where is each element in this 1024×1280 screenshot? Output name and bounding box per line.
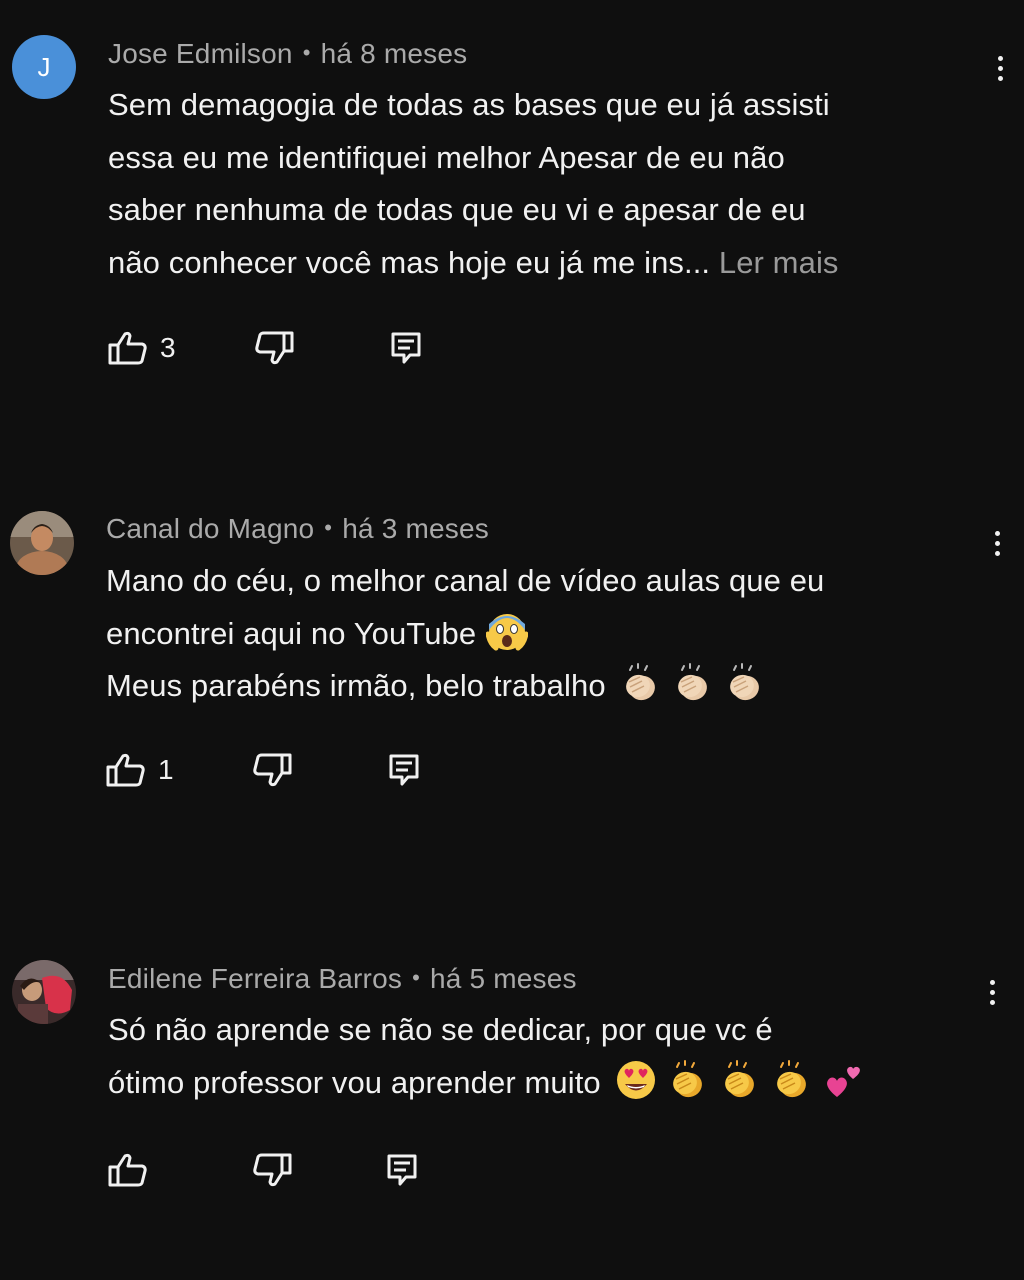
comment-1: J Jose Edmilson • há 8 meses Sem demagogia… (0, 0, 1024, 440)
more-dot (989, 979, 995, 985)
comment-actions: 1 (106, 750, 506, 790)
comment-line: Só não aprende se não se dedicar, por qu… (108, 1012, 773, 1047)
meta-separator: • (324, 515, 333, 540)
comment-line: saber nenhuma de todas que eu vi e apesa… (108, 192, 806, 227)
more-options-button[interactable] (985, 48, 1015, 88)
thumb-down-icon (254, 330, 294, 366)
comment-meta: Jose Edmilson • há 8 meses (108, 38, 467, 70)
meta-separator: • (302, 40, 311, 65)
dislike-button[interactable] (252, 1150, 292, 1190)
comment-actions (108, 1150, 508, 1190)
avatar-canal-do-magno[interactable] (10, 511, 74, 575)
comment-2: Canal do Magno • há 3 meses Mano do céu, o… (0, 480, 1024, 900)
comment-meta: Canal do Magno • há 3 meses (106, 513, 489, 545)
more-dot (997, 55, 1003, 61)
comment-3: Edilene Ferreira Barros • há 5 meses Só nã… (0, 930, 1024, 1280)
clapping-hands-icon (667, 1059, 709, 1101)
reply-button[interactable] (388, 750, 420, 790)
comment-line: ótimo professor vou aprender muito (108, 1064, 601, 1100)
read-more-link[interactable]: Ler mais (719, 245, 839, 280)
comment-line: encontrei aqui no YouTube (106, 615, 477, 651)
author-name[interactable]: Jose Edmilson (108, 38, 293, 69)
comment-reply-icon (388, 753, 420, 787)
like-count: 3 (160, 332, 176, 363)
more-dot (994, 540, 1000, 546)
author-name[interactable]: Edilene Ferreira Barros (108, 963, 402, 994)
thumb-down-icon (252, 752, 292, 788)
comment-reply-icon (386, 1153, 418, 1187)
more-dot (994, 530, 1000, 536)
like-count: 1 (158, 754, 174, 785)
like-button[interactable] (108, 1150, 160, 1190)
clapping-hands-icon (672, 662, 714, 704)
comment-meta: Edilene Ferreira Barros • há 5 meses (108, 963, 577, 995)
comment-text: Sem demagogia de todas as bases que eu j… (108, 79, 988, 289)
comment-line: essa eu me identifiquei melhor Apesar de… (108, 139, 785, 175)
dislike-button[interactable] (252, 750, 292, 790)
comment-line-wrap: não conhecer você mas hoje eu já me ins.… (108, 237, 988, 290)
comment-actions: 3 (108, 328, 508, 368)
like-button[interactable]: 1 (106, 750, 174, 790)
heart-eyes-icon (615, 1059, 657, 1101)
more-dot (989, 989, 995, 995)
comment-time[interactable]: há 5 meses (430, 963, 577, 994)
thumb-down-icon (252, 1152, 292, 1188)
more-dot (989, 999, 995, 1005)
avatar-jose-edmilson[interactable]: J (12, 35, 76, 99)
thumb-up-icon (108, 330, 148, 366)
comment-time[interactable]: há 3 meses (342, 513, 489, 544)
more-dot (997, 65, 1003, 71)
comment-line-wrap: encontrei aqui no YouTube (106, 608, 986, 661)
clapping-hands-icon (771, 1059, 813, 1101)
reply-button[interactable] (390, 328, 422, 368)
clapping-hands-icon (620, 662, 662, 704)
comment-line-wrap: Meus parabéns irmão, belo trabalho (106, 660, 986, 713)
comment-line: Mano do céu, o melhor canal de vídeo aul… (106, 563, 825, 598)
face-screaming-in-fear-icon (486, 610, 529, 652)
like-button[interactable]: 3 (108, 328, 176, 368)
reply-button[interactable] (386, 1150, 418, 1190)
comment-text: Mano do céu, o melhor canal de vídeo aul… (106, 555, 986, 713)
avatar-edilene-ferreira-barros[interactable] (12, 960, 76, 1024)
clapping-hands-icon (724, 662, 766, 704)
author-name[interactable]: Canal do Magno (106, 513, 314, 544)
comment-line-wrap: ótimo professor vou aprender muito (108, 1057, 988, 1110)
comment-time[interactable]: há 8 meses (321, 38, 468, 69)
thumb-up-icon (108, 1152, 148, 1188)
two-hearts-icon (823, 1059, 865, 1101)
more-dot (997, 75, 1003, 81)
thumb-up-icon (106, 752, 146, 788)
more-options-button[interactable] (982, 523, 1012, 563)
clapping-hands-icon (719, 1059, 761, 1101)
meta-separator: • (412, 965, 420, 990)
comment-text: Só não aprende se não se dedicar, por qu… (108, 1004, 988, 1109)
more-dot (994, 550, 1000, 556)
avatar-letter: J (37, 51, 51, 82)
dislike-button[interactable] (254, 328, 294, 368)
comment-line: Meus parabéns irmão, belo trabalho (106, 668, 606, 703)
comment-line: Sem demagogia de todas as bases que eu j… (108, 87, 830, 122)
comment-line: não conhecer você mas hoje eu já me ins.… (108, 244, 719, 280)
comment-reply-icon (390, 331, 422, 365)
